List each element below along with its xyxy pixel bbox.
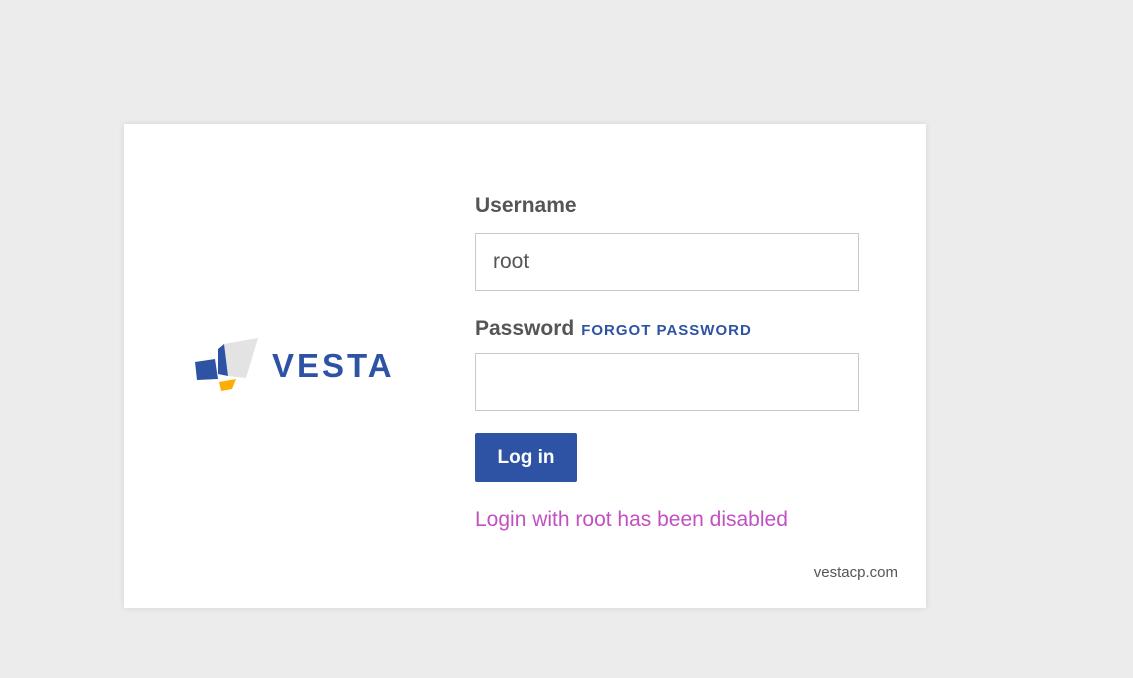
password-label: Password <box>475 317 575 340</box>
login-button[interactable]: Log in <box>475 433 577 482</box>
vesta-logo: VESTA <box>194 338 422 394</box>
password-input[interactable] <box>475 353 859 411</box>
password-label-row: Password FORGOT PASSWORD <box>475 317 859 341</box>
vesta-logo-icon <box>195 338 258 391</box>
forgot-password-link[interactable]: FORGOT PASSWORD <box>581 322 752 339</box>
error-message: Login with root has been disabled <box>475 508 788 531</box>
vestacp-link[interactable]: vestacp.com <box>814 564 898 581</box>
login-form: Username Password FORGOT PASSWORD Log in… <box>475 194 859 535</box>
vesta-logo-text: VESTA <box>272 347 395 384</box>
username-input[interactable] <box>475 233 859 291</box>
login-card: VESTA Username Password FORGOT PASSWORD … <box>124 124 926 608</box>
username-label: Username <box>475 194 577 217</box>
